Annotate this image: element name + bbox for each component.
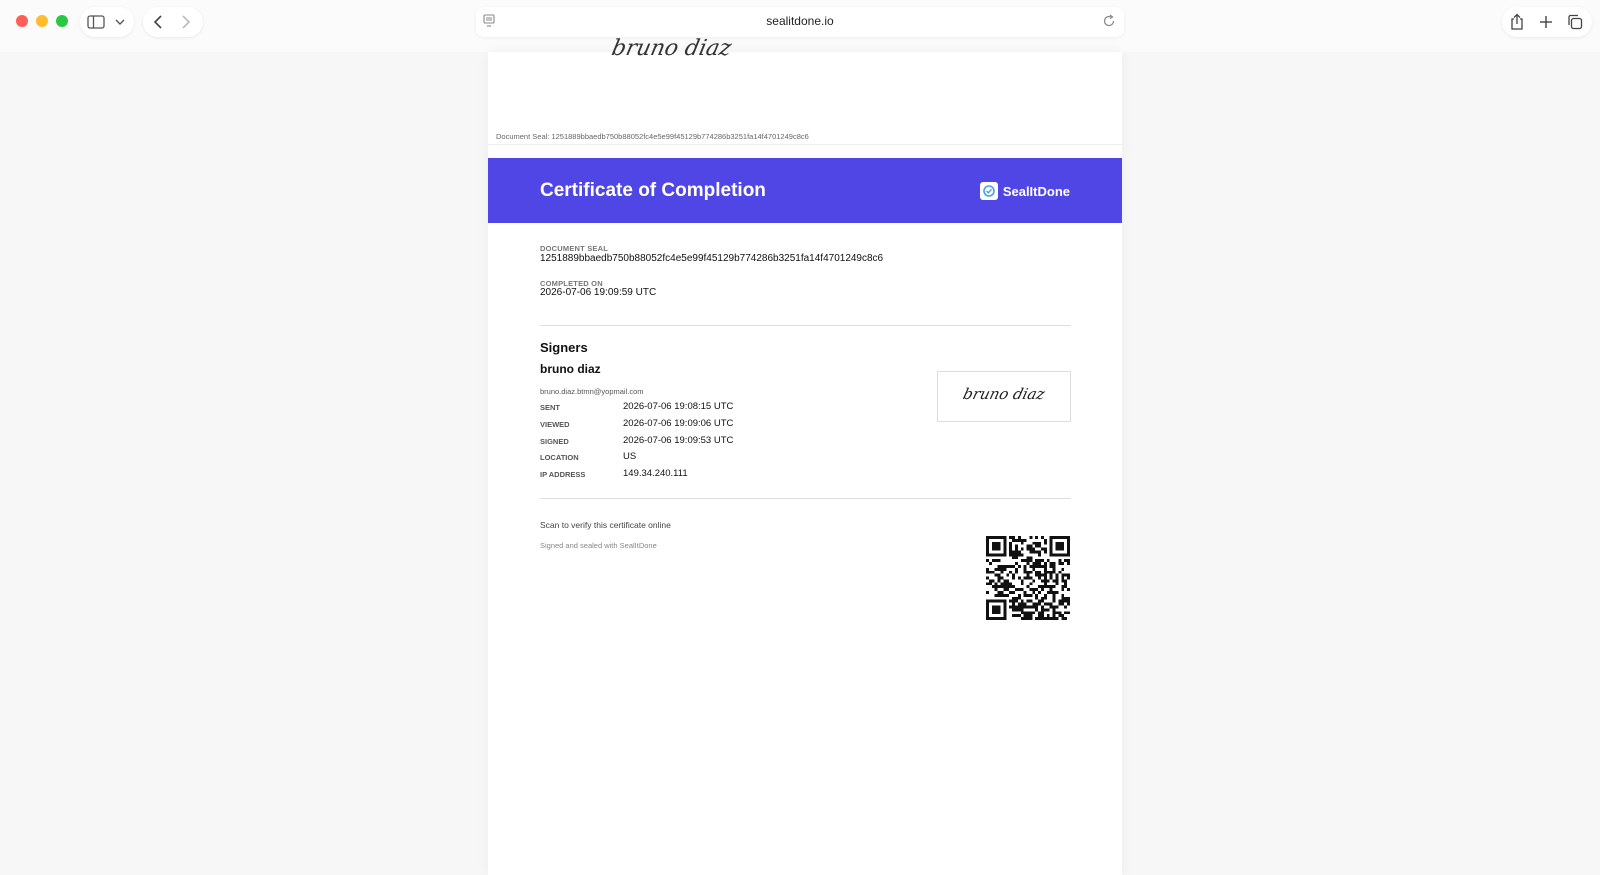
detail-row-sent: SENT 2026-07-06 19:08:15 UTC (540, 400, 840, 416)
scan-to-verify-text: Scan to verify this certificate online (540, 520, 671, 530)
browser-toolbar: sealitdone.io (0, 0, 1600, 52)
detail-value: 2026-07-06 19:09:06 UTC (623, 418, 734, 429)
detail-row-ip-address: IP ADDRESS 149.34.240.111 (540, 467, 840, 483)
document-seal-value: 1251889bbaedb750b88052fc4e5e99f45129b774… (540, 253, 884, 264)
detail-value: 2026-07-06 19:09:53 UTC (623, 435, 734, 446)
previous-page-footer: bruno diaz Document Seal: 1251889bbaedb7… (488, 36, 1122, 145)
certificate-header: Certificate of Completion SealItDone (488, 158, 1122, 223)
close-window-button[interactable] (16, 15, 28, 27)
document-viewer[interactable]: bruno diaz Document Seal: 1251889bbaedb7… (488, 36, 1122, 875)
signer-email: bruno.diaz.btmn@yopmail.com (540, 387, 644, 396)
detail-key: SENT (540, 403, 561, 412)
signer-name: bruno diaz (540, 362, 601, 376)
detail-value: US (623, 451, 637, 462)
forward-button[interactable] (172, 8, 200, 36)
detail-key: SIGNED (540, 437, 569, 446)
back-button[interactable] (144, 8, 172, 36)
window-controls (16, 15, 68, 27)
previous-page-seal-line: Document Seal: 1251889bbaedb750b88052fc4… (496, 132, 809, 141)
new-tab-icon[interactable] (1532, 8, 1560, 36)
divider (540, 498, 1071, 499)
url-text: sealitdone.io (766, 14, 834, 28)
signature-box: bruno diaz (937, 371, 1071, 422)
reload-icon[interactable] (1102, 14, 1116, 33)
detail-key: VIEWED (540, 420, 570, 429)
certificate-title: Certificate of Completion (540, 180, 766, 201)
address-bar[interactable]: sealitdone.io (476, 7, 1124, 37)
previous-page-signature: bruno diaz (609, 36, 734, 61)
tab-overview-icon[interactable] (1561, 8, 1589, 36)
chevron-down-icon[interactable] (106, 8, 134, 36)
divider (540, 325, 1071, 326)
share-icon[interactable] (1503, 8, 1531, 36)
completed-on-value: 2026-07-06 19:09:59 UTC (540, 287, 657, 298)
detail-key: IP ADDRESS (540, 470, 586, 479)
detail-value: 149.34.240.111 (623, 468, 688, 479)
detail-row-location: LOCATION US (540, 450, 840, 466)
detail-value: 2026-07-06 19:08:15 UTC (623, 401, 734, 412)
sealed-with-text: Signed and sealed with SealItDone (540, 541, 657, 550)
brand: SealItDone (979, 182, 1070, 200)
signers-heading: Signers (540, 340, 588, 355)
zoom-window-button[interactable] (56, 15, 68, 27)
sealitdone-logo-icon (979, 182, 998, 200)
detail-row-signed: SIGNED 2026-07-06 19:09:53 UTC (540, 434, 840, 450)
brand-name: SealItDone (1002, 183, 1070, 199)
signature-image: bruno diaz (961, 385, 1047, 403)
verification-qr-code (986, 536, 1070, 620)
detail-key: LOCATION (540, 453, 579, 462)
detail-row-viewed: VIEWED 2026-07-06 19:09:06 UTC (540, 417, 840, 433)
minimize-window-button[interactable] (36, 15, 48, 27)
document-seal-label: DOCUMENT SEAL (540, 244, 609, 253)
